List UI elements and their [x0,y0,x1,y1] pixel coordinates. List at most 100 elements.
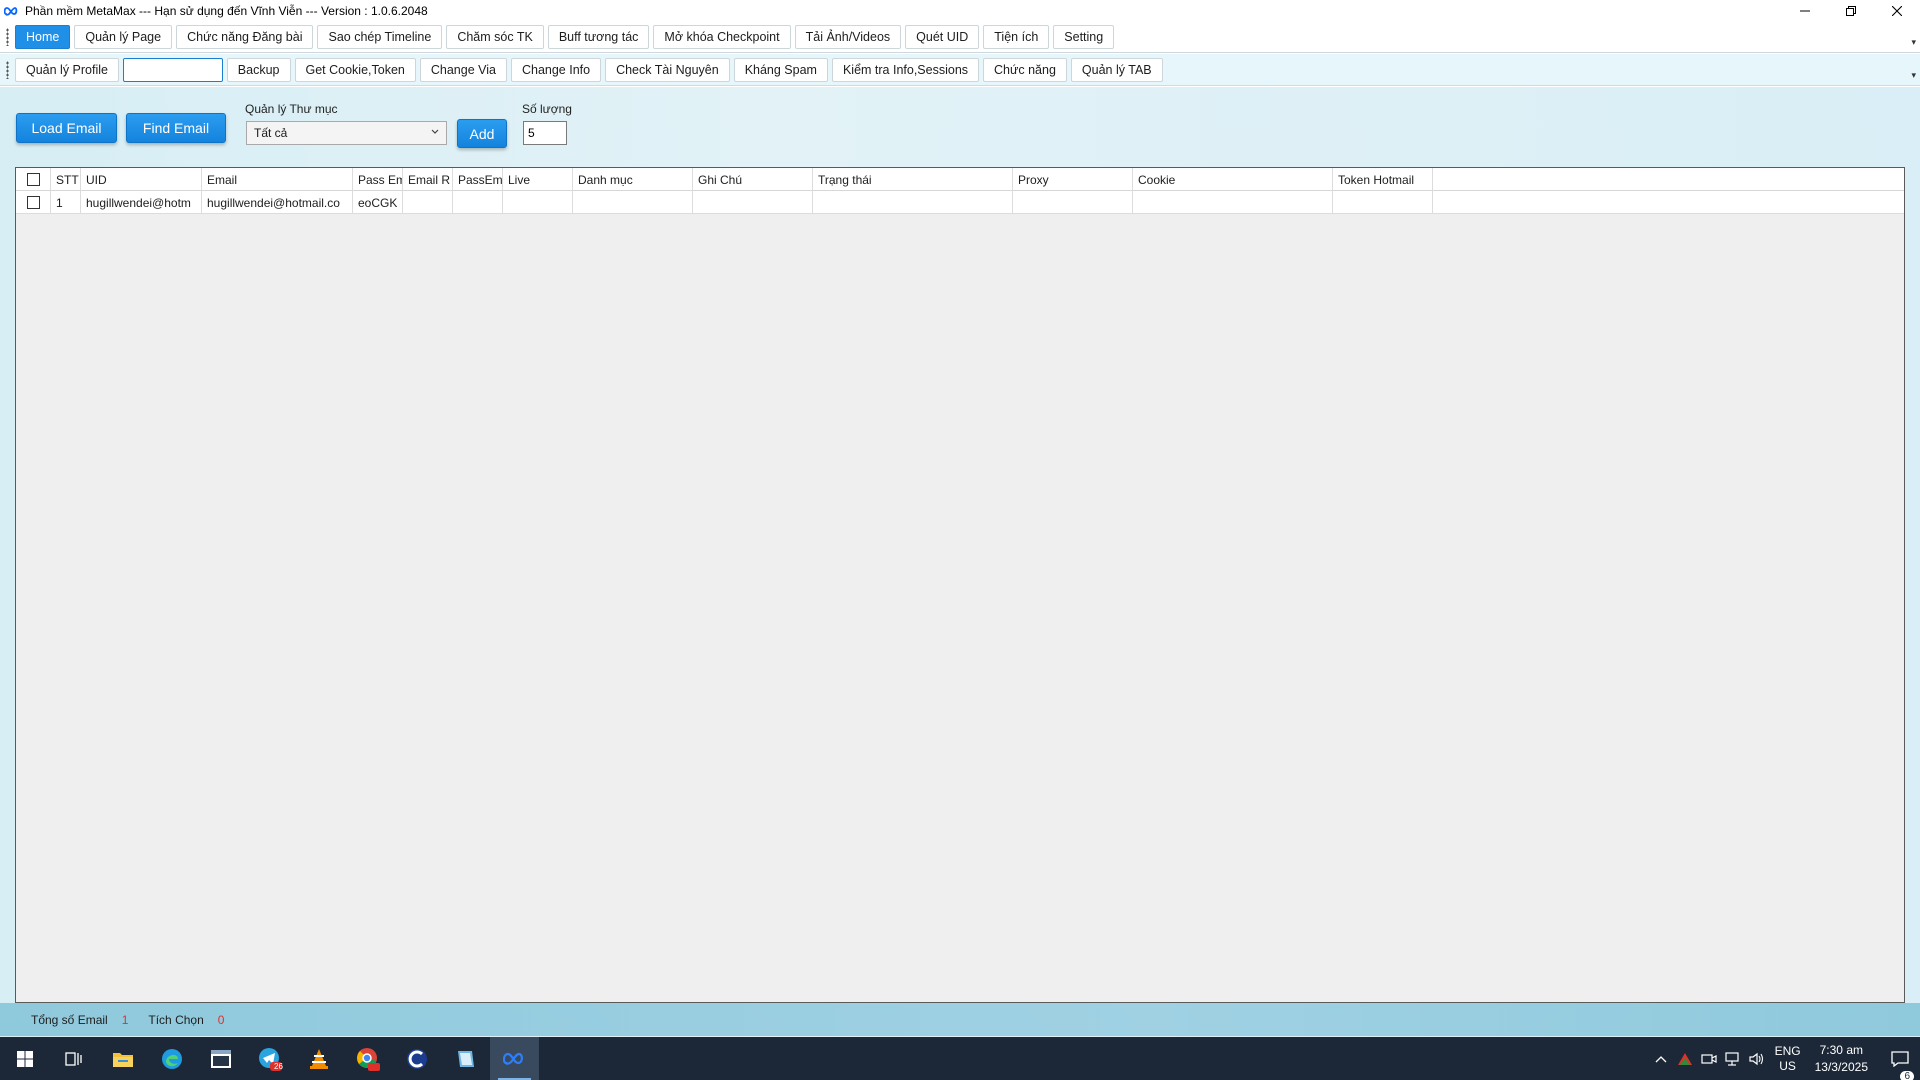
taskbar-vlc[interactable] [294,1037,343,1080]
system-tray: ENG US 7:30 am 13/3/2025 6 [1649,1037,1920,1080]
metamax-logo-icon [3,4,21,18]
select-all-checkbox[interactable] [26,173,40,186]
folder-select-value: Tất cả [254,126,288,140]
email-manager-panel: Load Email Find Email Quản lý Thư mục Tấ… [0,87,1920,1037]
tray-app-button[interactable] [1673,1052,1697,1066]
column-header-pass-email[interactable]: Pass Em [353,168,403,191]
taskbar-chrome-profile[interactable] [343,1037,392,1080]
strip-grip[interactable] [6,60,9,79]
start-button[interactable] [0,1037,49,1080]
tab-chuc-nang-dang-bai[interactable]: Chức năng Đăng bài [176,25,314,49]
tab-cham-soc-tk[interactable]: Chăm sóc TK [446,25,544,49]
tray-meet-button[interactable] [1697,1052,1721,1066]
restore-button[interactable] [1828,0,1874,22]
tab-khang-spam[interactable]: Kháng Spam [733,57,828,82]
tab-quan-ly-page[interactable]: Quản lý Page [74,25,173,49]
notification-center-button[interactable]: 6 [1880,1050,1920,1080]
cell-stt: 1 [51,191,81,214]
cell-email-recovery [403,191,453,214]
tab-change-via[interactable]: Change Via [419,57,507,82]
find-email-button[interactable]: Find Email [126,113,226,143]
tab-quan-ly-profile[interactable]: Quản lý Profile [15,57,119,82]
column-header-uid[interactable]: UID [81,168,202,191]
column-header-trang-thai[interactable]: Trạng thái [813,168,1013,191]
window-app-icon [210,1049,231,1068]
cell-proxy [1013,191,1133,214]
email-grid[interactable]: STT UID Email Pass Em Email R PassEm Liv… [15,167,1905,1003]
chevron-up-icon [1655,1055,1667,1062]
tab-buff-tuong-tac[interactable]: Buff tương tác [547,25,650,49]
grid-header: STT UID Email Pass Em Email R PassEm Liv… [16,168,1904,191]
notepad-icon [457,1050,474,1067]
strip-grip[interactable] [6,28,9,46]
selected-label: Tích Chọn [148,1012,204,1027]
taskbar-c-app[interactable] [392,1037,441,1080]
quantity-input[interactable] [523,121,567,145]
network-button[interactable] [1721,1051,1745,1066]
input-language-button[interactable]: ENG US [1775,1044,1801,1074]
clock-button[interactable]: 7:30 am 13/3/2025 [1815,1042,1868,1076]
cell-danh-muc [573,191,693,214]
column-header-email[interactable]: Email [202,168,353,191]
taskbar: 26 ENG US 7:30 am 13/3/2025 6 [0,1037,1920,1080]
cell-pass-email: eoCGK [353,191,403,214]
folder-label: Quản lý Thư mục [245,102,338,116]
taskbar-store[interactable] [196,1037,245,1080]
tab-tai-anh-videos[interactable]: Tải Ảnh/Videos [794,25,902,49]
volume-button[interactable] [1745,1052,1769,1066]
close-icon [1892,6,1902,16]
header-select-all-cell [16,168,51,191]
show-hidden-icons-button[interactable] [1649,1055,1673,1063]
column-header-stt[interactable]: STT [51,168,81,191]
clock-date: 13/3/2025 [1814,1059,1868,1074]
clock-time: 7:30 am [1819,1042,1863,1057]
keyboard-layout: US [1779,1058,1796,1073]
tab-mo-khoa-checkpoint[interactable]: Mở khóa Checkpoint [653,25,791,49]
tab-check-tai-nguyen[interactable]: Check Tài Nguyên [605,57,730,82]
telegram-badge: 26 [274,1062,283,1071]
row-checkbox[interactable] [26,196,40,209]
taskbar-file-explorer[interactable] [98,1037,147,1080]
tab-quan-ly-tab[interactable]: Quản lý TAB [1070,57,1163,82]
taskbar-metamax[interactable] [490,1037,539,1080]
column-header-ghi-chu[interactable]: Ghi Chú [693,168,813,191]
tab-quan-ly-email[interactable]: Quản lý Email [122,57,223,82]
task-view-button[interactable] [49,1037,98,1080]
folder-select[interactable]: Tất cả [246,121,447,145]
vlc-cone-icon [309,1048,328,1069]
column-header-token-hotmail[interactable]: Token Hotmail [1333,168,1433,191]
tab-kiem-tra-info-sessions[interactable]: Kiểm tra Info,Sessions [831,57,980,82]
metamax-logo-icon [502,1052,523,1065]
speaker-icon [1748,1052,1763,1065]
overflow-chevron-icon[interactable]: ▾ [1911,37,1916,48]
column-header-email-recovery[interactable]: Email R [403,168,453,191]
column-header-proxy[interactable]: Proxy [1013,168,1133,191]
table-row[interactable]: 1 hugillwendei@hotm hugillwendei@hotmail… [16,191,1904,214]
cell-cookie [1133,191,1333,214]
load-email-button[interactable]: Load Email [16,113,117,143]
tab-setting[interactable]: Setting [1053,25,1115,49]
tab-get-cookie-token[interactable]: Get Cookie,Token [294,57,416,82]
column-header-cookie[interactable]: Cookie [1133,168,1333,191]
quantity-label: Số lượng [522,102,572,116]
minimize-button[interactable] [1782,0,1828,22]
add-button[interactable]: Add [457,119,507,148]
tab-tien-ich[interactable]: Tiện ích [983,25,1050,49]
column-header-danh-muc[interactable]: Danh mục [573,168,693,191]
tab-chuc-nang[interactable]: Chức năng [983,57,1067,82]
total-email-count: 1 [121,1012,129,1027]
total-email-label: Tổng số Email [31,1012,108,1027]
tab-change-info[interactable]: Change Info [510,57,602,82]
close-button[interactable] [1874,0,1920,22]
tab-quet-uid[interactable]: Quét UID [905,25,980,49]
tab-sao-chep-timeline[interactable]: Sao chép Timeline [317,25,443,49]
overflow-chevron-icon[interactable]: ▾ [1911,70,1916,81]
taskbar-notes[interactable] [441,1037,490,1080]
chevron-down-icon [431,129,439,134]
taskbar-edge[interactable] [147,1037,196,1080]
column-header-live[interactable]: Live [503,168,573,191]
tab-backup[interactable]: Backup [226,57,291,82]
column-header-pass-email-recovery[interactable]: PassEm [453,168,503,191]
tab-home[interactable]: Home [15,25,71,49]
taskbar-telegram[interactable]: 26 [245,1037,294,1080]
